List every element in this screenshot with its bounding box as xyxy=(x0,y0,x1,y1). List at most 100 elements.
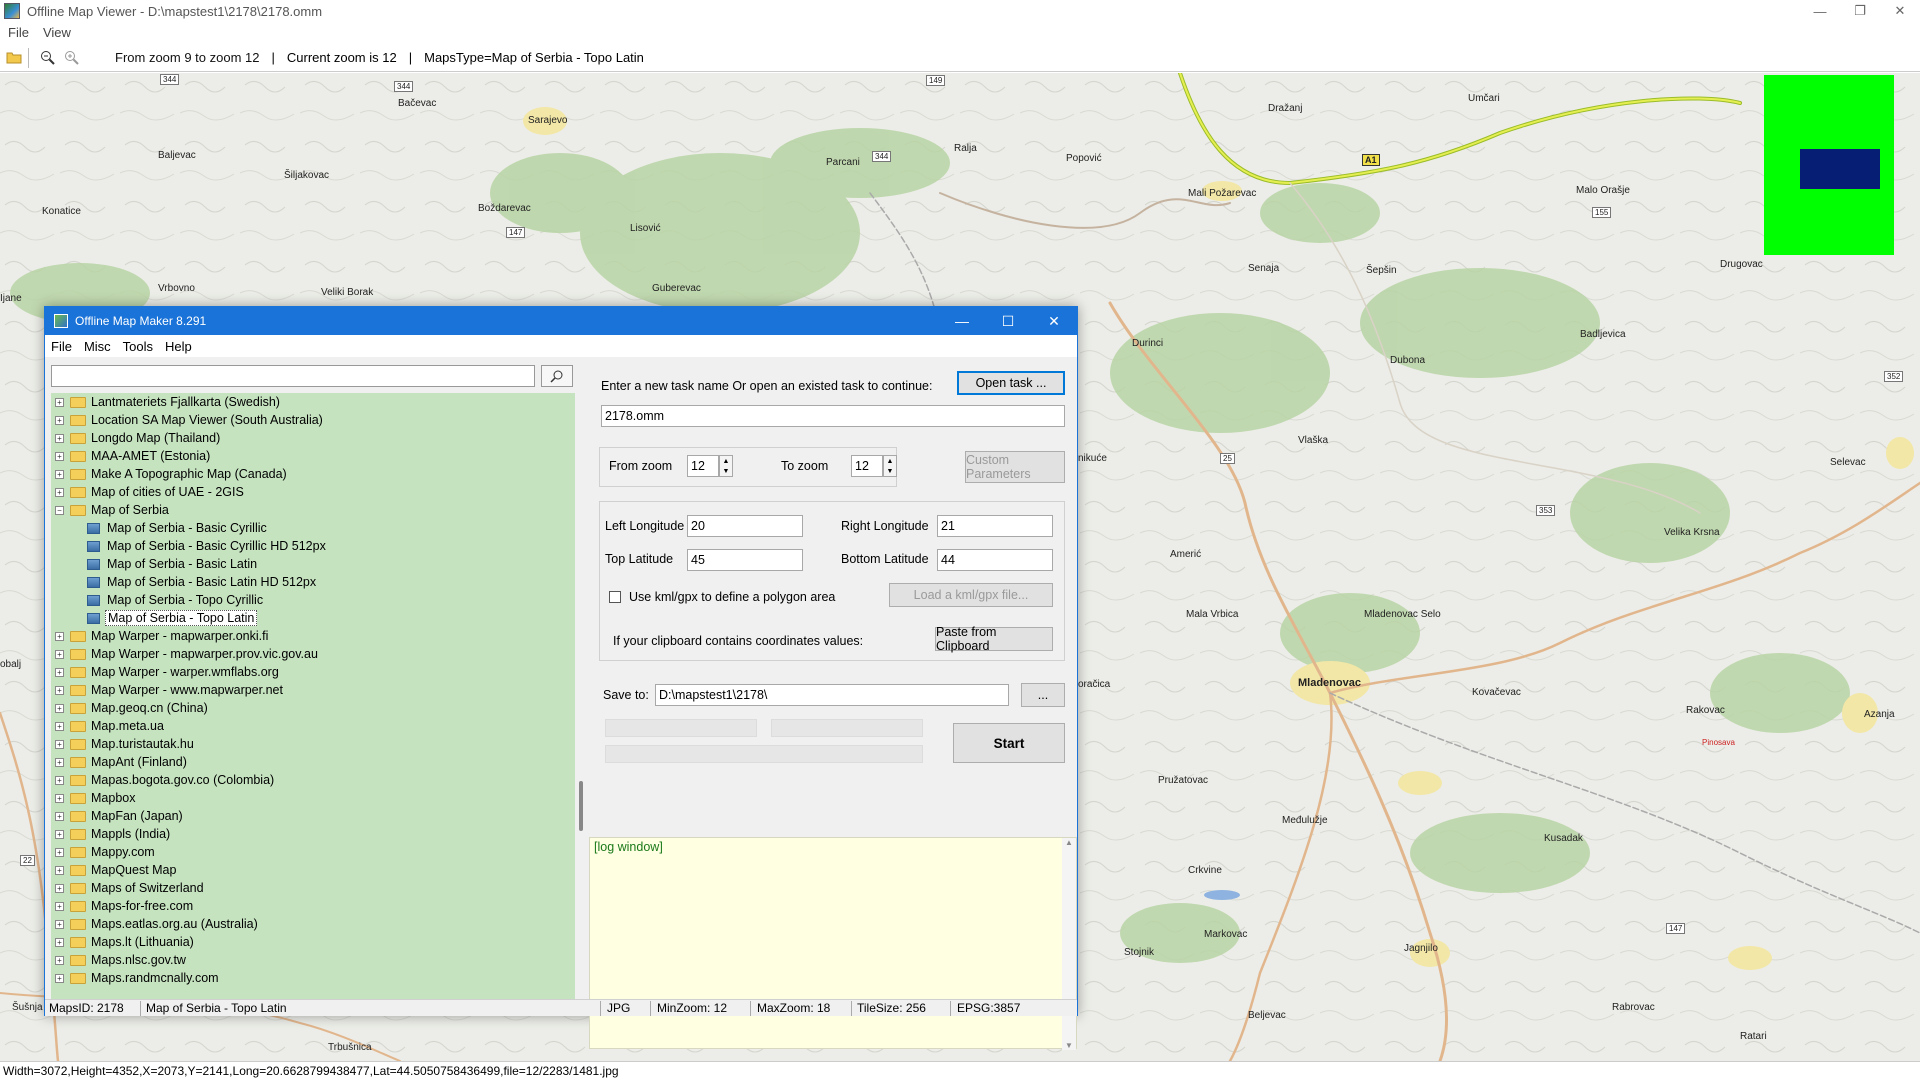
tree-item[interactable]: − Map of Serbia xyxy=(51,501,575,519)
tree-item[interactable]: Map of Serbia - Basic Cyrillic HD 512px xyxy=(51,537,575,555)
close-icon[interactable]: ✕ xyxy=(1880,0,1920,22)
tree-item[interactable]: Map of Serbia - Topo Cyrillic xyxy=(51,591,575,609)
tree-item[interactable]: + Map.meta.ua xyxy=(51,717,575,735)
expand-icon[interactable]: + xyxy=(55,433,64,443)
tree-item[interactable]: + Maps.nlsc.gov.tw xyxy=(51,951,575,969)
up-arrow-icon[interactable]: ▲ xyxy=(723,458,730,465)
expand-icon[interactable]: + xyxy=(55,937,64,947)
menu-tools[interactable]: Tools xyxy=(123,339,153,354)
menu-view[interactable]: View xyxy=(43,25,71,40)
tree-item[interactable]: + Map Warper - mapwarper.onki.fi xyxy=(51,627,575,645)
minimize-icon[interactable]: — xyxy=(939,307,985,335)
to-zoom-input[interactable]: 12 xyxy=(851,455,883,477)
expand-icon[interactable]: + xyxy=(55,667,64,677)
tree-item[interactable]: + Lantmateriets Fjallkarta (Swedish) xyxy=(51,393,575,411)
tree-item[interactable]: + Maps of Switzerland xyxy=(51,879,575,897)
tree-item[interactable]: + Mappy.com xyxy=(51,843,575,861)
tree-item[interactable]: Map of Serbia - Basic Latin xyxy=(51,555,575,573)
tree-item[interactable]: Map of Serbia - Topo Latin xyxy=(51,609,575,627)
expand-icon[interactable]: + xyxy=(55,847,64,857)
expand-icon[interactable]: + xyxy=(55,973,64,983)
expand-icon[interactable]: + xyxy=(55,397,64,407)
open-task-button[interactable]: Open task ... xyxy=(957,371,1065,395)
tree-item[interactable]: + Map.turistautak.hu xyxy=(51,735,575,753)
up-arrow-icon[interactable]: ▲ xyxy=(1062,838,1076,847)
kml-polygon-checkbox[interactable] xyxy=(609,591,621,603)
tree-item[interactable]: + Maps.randmcnally.com xyxy=(51,969,575,987)
tree-item[interactable]: + Mapas.bogota.gov.co (Colombia) xyxy=(51,771,575,789)
expand-icon[interactable]: + xyxy=(55,883,64,893)
tree-item[interactable]: + Map of cities of UAE - 2GIS xyxy=(51,483,575,501)
tree-item[interactable]: Map of Serbia - Basic Latin HD 512px xyxy=(51,573,575,591)
left-longitude-input[interactable]: 20 xyxy=(687,515,803,537)
expand-icon[interactable]: + xyxy=(55,721,64,731)
dialog-titlebar[interactable]: Offline Map Maker 8.291 — ☐ ✕ xyxy=(45,307,1077,335)
tree-item[interactable]: + Map.geoq.cn (China) xyxy=(51,699,575,717)
up-arrow-icon[interactable]: ▲ xyxy=(887,458,894,465)
expand-icon[interactable]: + xyxy=(55,631,64,641)
tree-item[interactable]: + Make A Topographic Map (Canada) xyxy=(51,465,575,483)
expand-icon[interactable]: + xyxy=(55,793,64,803)
tree-item[interactable]: + Maps.lt (Lithuania) xyxy=(51,933,575,951)
search-button[interactable] xyxy=(541,365,573,387)
tree-item[interactable]: + Maps.eatlas.org.au (Australia) xyxy=(51,915,575,933)
expand-icon[interactable]: + xyxy=(55,757,64,767)
expand-icon[interactable]: + xyxy=(55,919,64,929)
bottom-latitude-input[interactable]: 44 xyxy=(937,549,1053,571)
tree-item[interactable]: + MapAnt (Finland) xyxy=(51,753,575,771)
search-input[interactable] xyxy=(51,365,535,387)
expand-icon[interactable]: + xyxy=(55,811,64,821)
expand-icon[interactable]: + xyxy=(55,703,64,713)
collapse-icon[interactable]: − xyxy=(55,505,64,515)
tree-item[interactable]: + Location SA Map Viewer (South Australia… xyxy=(51,411,575,429)
top-latitude-input[interactable]: 45 xyxy=(687,549,803,571)
close-icon[interactable]: ✕ xyxy=(1031,307,1077,335)
tree-item[interactable]: + MAA-AMET (Estonia) xyxy=(51,447,575,465)
overview-minimap[interactable] xyxy=(1764,75,1894,255)
tree-item[interactable]: + Longdo Map (Thailand) xyxy=(51,429,575,447)
log-window[interactable]: [log window] ▲ ▼ xyxy=(589,837,1077,1050)
tree-item[interactable]: + MapFan (Japan) xyxy=(51,807,575,825)
custom-parameters-button[interactable]: Custom Parameters xyxy=(965,451,1065,483)
expand-icon[interactable]: + xyxy=(55,739,64,749)
tree-item[interactable]: + MapQuest Map xyxy=(51,861,575,879)
expand-icon[interactable]: + xyxy=(55,685,64,695)
right-longitude-input[interactable]: 21 xyxy=(937,515,1053,537)
expand-icon[interactable]: + xyxy=(55,955,64,965)
tree-item[interactable]: + Mapbox xyxy=(51,789,575,807)
load-kml-button[interactable]: Load a kml/gpx file... xyxy=(889,583,1053,607)
expand-icon[interactable]: + xyxy=(55,469,64,479)
menu-misc[interactable]: Misc xyxy=(84,339,111,354)
expand-icon[interactable]: + xyxy=(55,865,64,875)
zoom-out-icon[interactable] xyxy=(37,48,57,68)
down-arrow-icon[interactable]: ▼ xyxy=(723,468,730,475)
task-name-input[interactable]: 2178.omm xyxy=(601,405,1065,427)
tree-item[interactable]: + Map Warper - warper.wmflabs.org xyxy=(51,663,575,681)
expand-icon[interactable]: + xyxy=(55,649,64,659)
tree-item[interactable]: Map of Serbia - Basic Cyrillic xyxy=(51,519,575,537)
map-source-tree[interactable]: + Lantmateriets Fjallkarta (Swedish) + Loca… xyxy=(51,393,575,1001)
log-scrollbar[interactable]: ▲ ▼ xyxy=(1062,838,1076,1050)
down-arrow-icon[interactable]: ▼ xyxy=(887,468,894,475)
from-zoom-stepper[interactable]: ▲ ▼ xyxy=(719,455,733,477)
paste-clipboard-button[interactable]: Paste from Clipboard xyxy=(935,625,1053,653)
save-to-input[interactable]: D:\mapstest1\2178\ xyxy=(655,684,1009,706)
menu-help[interactable]: Help xyxy=(165,339,192,354)
minimap-viewport[interactable] xyxy=(1800,149,1880,189)
tree-item[interactable]: + Map Warper - www.mapwarper.net xyxy=(51,681,575,699)
browse-button[interactable]: ... xyxy=(1021,683,1065,707)
zoom-in-icon[interactable] xyxy=(61,48,81,68)
expand-icon[interactable]: + xyxy=(55,487,64,497)
expand-icon[interactable]: + xyxy=(55,829,64,839)
menu-file[interactable]: File xyxy=(51,339,72,354)
maximize-icon[interactable]: ☐ xyxy=(985,307,1031,335)
expand-icon[interactable]: + xyxy=(55,901,64,911)
start-button[interactable]: Start xyxy=(953,723,1065,763)
restore-icon[interactable]: ❐ xyxy=(1840,0,1880,22)
tree-item[interactable]: + Maps-for-free.com xyxy=(51,897,575,915)
menu-file[interactable]: File xyxy=(8,25,29,40)
tree-scrollbar[interactable] xyxy=(579,781,583,831)
expand-icon[interactable]: + xyxy=(55,775,64,785)
open-folder-icon[interactable] xyxy=(4,48,24,68)
down-arrow-icon[interactable]: ▼ xyxy=(1062,1041,1076,1050)
